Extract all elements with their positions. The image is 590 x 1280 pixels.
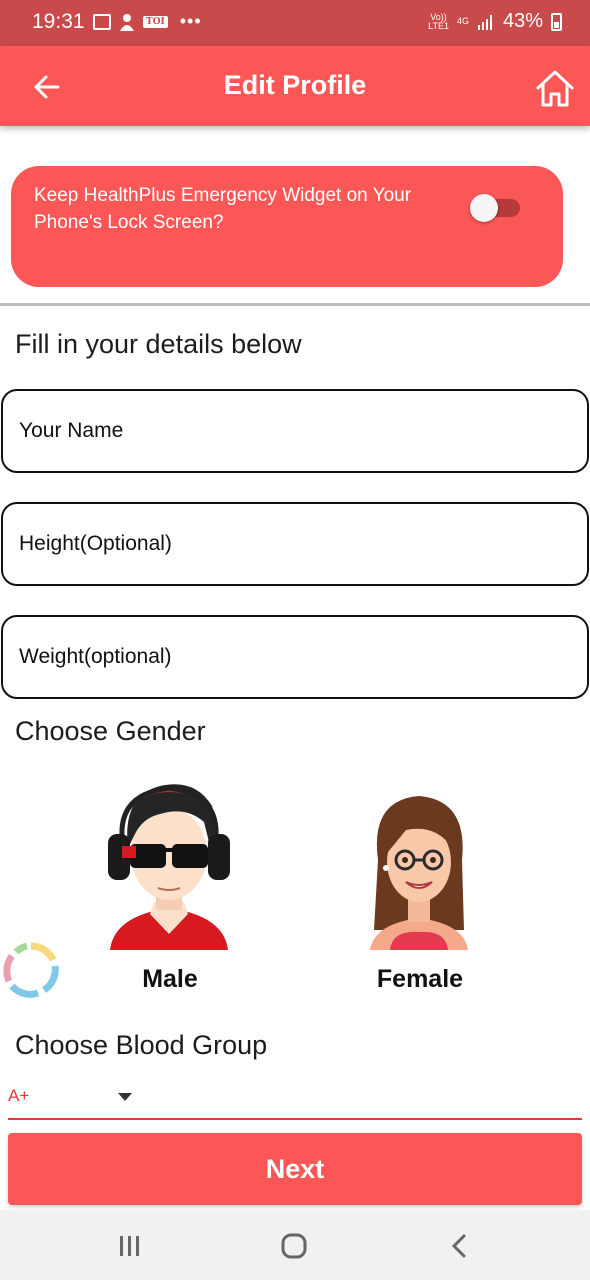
status-bar: 19:31 TOI ••• Vo)) LTE1 4G 43% <box>0 0 590 46</box>
notification-icons: TOI ••• <box>93 11 202 32</box>
next-button[interactable]: Next <box>8 1133 582 1205</box>
male-label[interactable]: Male <box>120 965 220 994</box>
male-avatar[interactable] <box>100 776 238 950</box>
widget-card: Keep HealthPlus Emergency Widget on Your… <box>11 166 563 287</box>
blood-group-dropdown[interactable]: A+ <box>8 1080 582 1122</box>
widget-toggle[interactable] <box>468 194 524 222</box>
battery-percent: 43% <box>502 10 543 32</box>
caret-down-icon <box>118 1093 132 1101</box>
form-heading: Fill in your details below <box>15 329 302 359</box>
recents-icon[interactable] <box>110 1230 150 1262</box>
person-icon <box>120 13 134 31</box>
blood-group-value: A+ <box>8 1086 30 1105</box>
battery-icon <box>551 12 562 31</box>
widget-prompt: Keep HealthPlus Emergency Widget on Your… <box>34 185 412 233</box>
more-notifications-icon: ••• <box>179 11 202 31</box>
dropdown-underline <box>8 1118 582 1120</box>
female-label[interactable]: Female <box>360 965 480 994</box>
status-time: 19:31 <box>32 10 85 33</box>
image-icon <box>93 13 111 30</box>
chevron-left-icon[interactable] <box>440 1230 480 1262</box>
gender-heading: Choose Gender <box>15 716 206 746</box>
toggle-thumb <box>470 194 498 222</box>
system-nav-bar <box>0 1210 590 1280</box>
network-type: 4G <box>456 16 469 26</box>
toi-icon: TOI <box>143 15 168 28</box>
volte-indicator: Vo)) LTE1 <box>428 11 449 31</box>
home-circle-icon[interactable] <box>274 1230 314 1262</box>
female-avatar[interactable] <box>366 790 472 950</box>
blood-group-heading: Choose Blood Group <box>15 1030 268 1060</box>
name-input[interactable] <box>1 389 589 473</box>
weight-input[interactable] <box>1 615 589 699</box>
signal-icon <box>477 14 492 30</box>
app-bar: Edit Profile <box>0 46 590 126</box>
height-input[interactable] <box>1 502 589 586</box>
loading-spinner-icon <box>3 942 59 998</box>
status-right: Vo)) LTE1 4G 43% <box>428 10 562 33</box>
home-icon[interactable] <box>534 68 576 108</box>
page-title: Edit Profile <box>223 70 367 100</box>
divider <box>0 303 590 306</box>
